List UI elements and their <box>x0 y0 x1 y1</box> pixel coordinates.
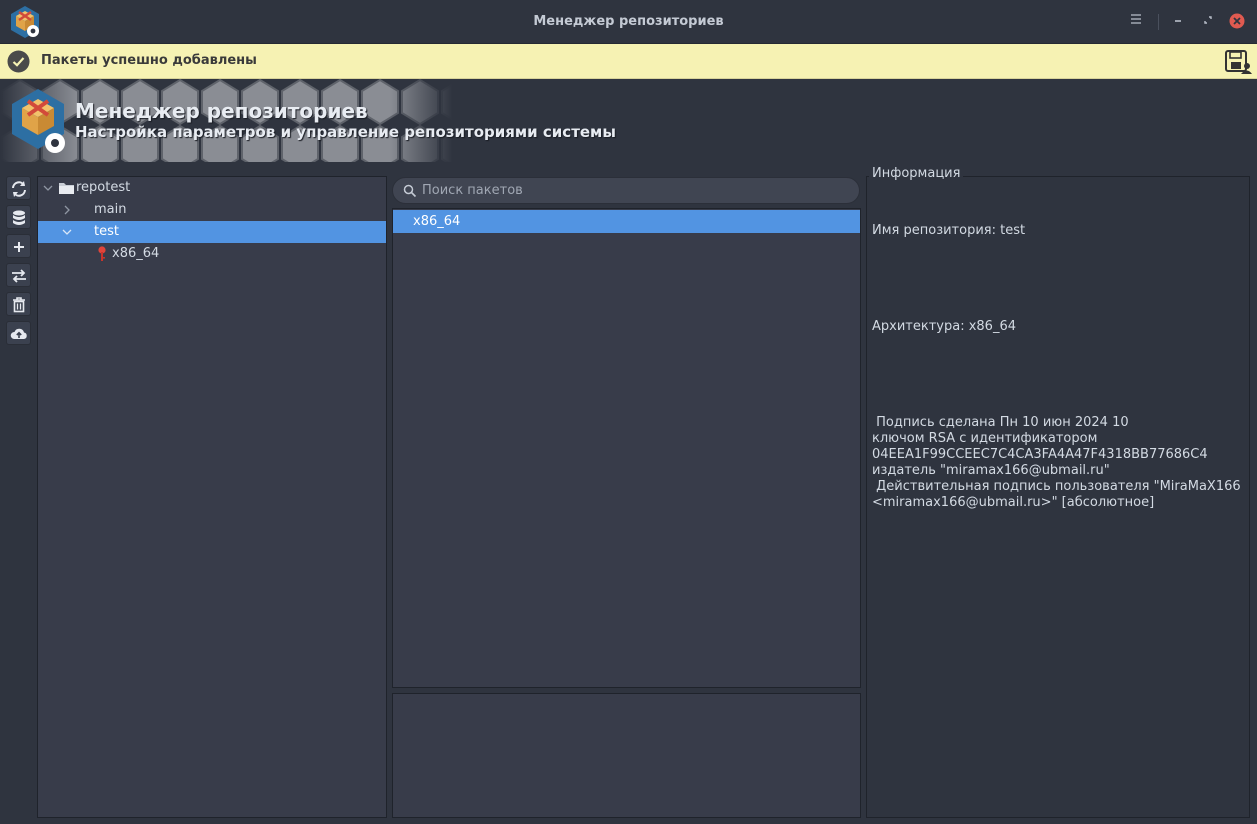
banner-subtitle: Настройка параметров и управление репози… <box>75 123 616 141</box>
tree-item-label: main <box>94 202 127 217</box>
banner-logo-icon <box>12 89 65 153</box>
key-icon <box>98 246 106 261</box>
tree-item-repotest[interactable]: repotest <box>38 177 386 199</box>
notification-message: Пакеты успешно добавлены <box>41 53 257 68</box>
database-icon <box>13 210 25 225</box>
cloud-upload-icon <box>10 328 27 339</box>
repository-tree: repotest main test x86_64 <box>37 176 387 818</box>
hamburger-menu-icon[interactable] <box>1126 12 1146 32</box>
tree-item-main[interactable]: main <box>38 199 386 221</box>
close-button[interactable] <box>1227 12 1247 32</box>
add-button[interactable] <box>6 234 31 258</box>
maximize-button[interactable] <box>1198 12 1218 32</box>
banner-title: Менеджер репозиториев <box>75 99 368 123</box>
minimize-button[interactable] <box>1168 12 1188 32</box>
delete-button[interactable] <box>6 292 31 316</box>
save-icon[interactable] <box>1224 49 1252 75</box>
chevron-down-icon[interactable] <box>41 181 55 195</box>
package-list: x86_64 <box>392 208 861 688</box>
upload-button[interactable] <box>6 321 31 345</box>
folder-icon <box>59 183 74 194</box>
title-separator <box>1158 14 1159 30</box>
swap-icon <box>12 269 26 283</box>
refresh-icon <box>12 181 26 197</box>
chevron-down-icon[interactable] <box>60 225 74 239</box>
search-input[interactable] <box>422 181 842 200</box>
tree-item-test[interactable]: test <box>38 221 386 243</box>
package-search[interactable] <box>392 177 860 204</box>
tree-item-label: x86_64 <box>112 246 160 261</box>
info-repo-name: Имя репозитория: test <box>872 223 1026 238</box>
tree-item-label: repotest <box>76 180 131 195</box>
package-details-panel <box>392 693 861 818</box>
window-title: Менеджер репозиториев <box>533 14 724 29</box>
refresh-button[interactable] <box>6 176 31 200</box>
database-button[interactable] <box>6 205 31 229</box>
trash-icon <box>13 297 25 313</box>
tree-item-label: test <box>94 224 119 239</box>
plus-icon <box>14 242 24 252</box>
search-icon <box>403 184 417 198</box>
check-circle-icon <box>7 50 30 73</box>
notification-bar: Пакеты успешно добавлены <box>0 44 1257 79</box>
swap-button[interactable] <box>6 263 31 287</box>
list-item[interactable]: x86_64 <box>393 210 860 233</box>
info-title: Информация <box>869 166 964 181</box>
info-architecture: Архитектура: x86_64 <box>872 319 1016 334</box>
tree-item-x86_64[interactable]: x86_64 <box>38 243 386 265</box>
header-banner: Менеджер репозиториев Настройка параметр… <box>0 79 1257 162</box>
chevron-right-icon[interactable] <box>60 203 74 217</box>
info-signature: Подпись сделана Пн 10 июн 2024 10 ключом… <box>872 415 1241 510</box>
info-text: Имя репозитория: test Архитектура: x86_6… <box>872 191 1242 527</box>
title-bar: Менеджер репозиториев <box>0 0 1257 44</box>
